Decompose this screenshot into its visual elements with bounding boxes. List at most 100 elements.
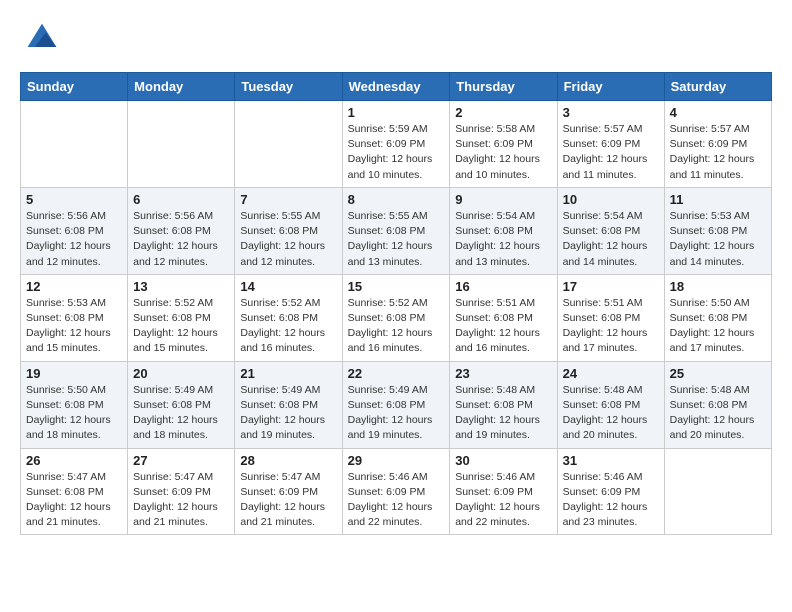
day-number: 18 [670, 279, 766, 294]
calendar-day-cell: 8 Sunrise: 5:55 AM Sunset: 6:08 PM Daylig… [342, 187, 450, 274]
day-info: Sunrise: 5:52 AM Sunset: 6:08 PM Dayligh… [240, 296, 336, 357]
calendar-day-cell: 24 Sunrise: 5:48 AM Sunset: 6:08 PM Dayli… [557, 361, 664, 448]
day-of-week-header: Thursday [450, 73, 557, 101]
logo-icon [24, 20, 60, 56]
day-number: 25 [670, 366, 766, 381]
day-info: Sunrise: 5:57 AM Sunset: 6:09 PM Dayligh… [563, 122, 659, 183]
day-of-week-header: Friday [557, 73, 664, 101]
day-info: Sunrise: 5:46 AM Sunset: 6:09 PM Dayligh… [455, 470, 551, 531]
day-info: Sunrise: 5:47 AM Sunset: 6:09 PM Dayligh… [240, 470, 336, 531]
day-number: 31 [563, 453, 659, 468]
day-info: Sunrise: 5:56 AM Sunset: 6:08 PM Dayligh… [26, 209, 122, 270]
day-number: 4 [670, 105, 766, 120]
calendar-day-cell: 21 Sunrise: 5:49 AM Sunset: 6:08 PM Dayli… [235, 361, 342, 448]
day-info: Sunrise: 5:55 AM Sunset: 6:08 PM Dayligh… [348, 209, 445, 270]
day-number: 28 [240, 453, 336, 468]
day-of-week-header: Tuesday [235, 73, 342, 101]
day-info: Sunrise: 5:49 AM Sunset: 6:08 PM Dayligh… [133, 383, 229, 444]
calendar-day-cell: 17Sunrise: 5:51 AM Sunset: 6:08 PM Dayli… [557, 274, 664, 361]
day-number: 10 [563, 192, 659, 207]
day-number: 23 [455, 366, 551, 381]
calendar-day-cell: 30 Sunrise: 5:46 AM Sunset: 6:09 PM Dayli… [450, 448, 557, 535]
calendar-day-cell: 20 Sunrise: 5:49 AM Sunset: 6:08 PM Dayli… [128, 361, 235, 448]
calendar-week-row: 1 Sunrise: 5:59 AM Sunset: 6:09 PM Daylig… [21, 101, 772, 188]
day-number: 2 [455, 105, 551, 120]
calendar-day-cell: 29Sunrise: 5:46 AM Sunset: 6:09 PM Dayli… [342, 448, 450, 535]
calendar-day-cell: 5 Sunrise: 5:56 AM Sunset: 6:08 PM Daylig… [21, 187, 128, 274]
day-number: 30 [455, 453, 551, 468]
calendar-day-cell [128, 101, 235, 188]
calendar-week-row: 12 Sunrise: 5:53 AM Sunset: 6:08 PM Dayli… [21, 274, 772, 361]
calendar-day-cell: 19Sunrise: 5:50 AM Sunset: 6:08 PM Dayli… [21, 361, 128, 448]
day-number: 9 [455, 192, 551, 207]
day-info: Sunrise: 5:52 AM Sunset: 6:08 PM Dayligh… [133, 296, 229, 357]
day-number: 19 [26, 366, 122, 381]
day-number: 16 [455, 279, 551, 294]
day-info: Sunrise: 5:48 AM Sunset: 6:08 PM Dayligh… [563, 383, 659, 444]
calendar-day-cell: 23 Sunrise: 5:48 AM Sunset: 6:08 PM Dayli… [450, 361, 557, 448]
day-number: 5 [26, 192, 122, 207]
day-number: 15 [348, 279, 445, 294]
calendar-day-cell: 14Sunrise: 5:52 AM Sunset: 6:08 PM Dayli… [235, 274, 342, 361]
day-number: 11 [670, 192, 766, 207]
day-of-week-header: Monday [128, 73, 235, 101]
day-number: 26 [26, 453, 122, 468]
calendar-day-cell: 3 Sunrise: 5:57 AM Sunset: 6:09 PM Daylig… [557, 101, 664, 188]
day-number: 27 [133, 453, 229, 468]
day-info: Sunrise: 5:55 AM Sunset: 6:08 PM Dayligh… [240, 209, 336, 270]
page-header [20, 20, 772, 56]
calendar-day-cell: 6 Sunrise: 5:56 AM Sunset: 6:08 PM Daylig… [128, 187, 235, 274]
day-info: Sunrise: 5:48 AM Sunset: 6:08 PM Dayligh… [455, 383, 551, 444]
calendar-day-cell: 13 Sunrise: 5:52 AM Sunset: 6:08 PM Dayli… [128, 274, 235, 361]
day-info: Sunrise: 5:53 AM Sunset: 6:08 PM Dayligh… [26, 296, 122, 357]
day-info: Sunrise: 5:49 AM Sunset: 6:08 PM Dayligh… [240, 383, 336, 444]
day-number: 20 [133, 366, 229, 381]
day-number: 21 [240, 366, 336, 381]
day-number: 13 [133, 279, 229, 294]
day-info: Sunrise: 5:47 AM Sunset: 6:08 PM Dayligh… [26, 470, 122, 531]
calendar-day-cell: 2Sunrise: 5:58 AM Sunset: 6:09 PM Daylig… [450, 101, 557, 188]
calendar-day-cell: 10Sunrise: 5:54 AM Sunset: 6:08 PM Dayli… [557, 187, 664, 274]
day-info: Sunrise: 5:48 AM Sunset: 6:08 PM Dayligh… [670, 383, 766, 444]
day-number: 3 [563, 105, 659, 120]
day-info: Sunrise: 5:52 AM Sunset: 6:08 PM Dayligh… [348, 296, 445, 357]
day-info: Sunrise: 5:59 AM Sunset: 6:09 PM Dayligh… [348, 122, 445, 183]
day-number: 1 [348, 105, 445, 120]
calendar-day-cell: 12 Sunrise: 5:53 AM Sunset: 6:08 PM Dayli… [21, 274, 128, 361]
calendar-day-cell: 9Sunrise: 5:54 AM Sunset: 6:08 PM Daylig… [450, 187, 557, 274]
calendar-day-cell: 1 Sunrise: 5:59 AM Sunset: 6:09 PM Daylig… [342, 101, 450, 188]
calendar-day-cell: 31 Sunrise: 5:46 AM Sunset: 6:09 PM Dayli… [557, 448, 664, 535]
day-number: 22 [348, 366, 445, 381]
day-info: Sunrise: 5:50 AM Sunset: 6:08 PM Dayligh… [670, 296, 766, 357]
day-info: Sunrise: 5:46 AM Sunset: 6:09 PM Dayligh… [348, 470, 445, 531]
day-info: Sunrise: 5:56 AM Sunset: 6:08 PM Dayligh… [133, 209, 229, 270]
calendar-header-row: SundayMondayTuesdayWednesdayThursdayFrid… [21, 73, 772, 101]
day-number: 12 [26, 279, 122, 294]
day-number: 24 [563, 366, 659, 381]
calendar-table: SundayMondayTuesdayWednesdayThursdayFrid… [20, 72, 772, 535]
day-number: 7 [240, 192, 336, 207]
calendar-day-cell: 28 Sunrise: 5:47 AM Sunset: 6:09 PM Dayli… [235, 448, 342, 535]
calendar-day-cell [235, 101, 342, 188]
day-info: Sunrise: 5:57 AM Sunset: 6:09 PM Dayligh… [670, 122, 766, 183]
day-info: Sunrise: 5:46 AM Sunset: 6:09 PM Dayligh… [563, 470, 659, 531]
calendar-day-cell: 16 Sunrise: 5:51 AM Sunset: 6:08 PM Dayli… [450, 274, 557, 361]
day-info: Sunrise: 5:51 AM Sunset: 6:08 PM Dayligh… [563, 296, 659, 357]
calendar-day-cell: 11 Sunrise: 5:53 AM Sunset: 6:08 PM Dayli… [664, 187, 771, 274]
day-number: 6 [133, 192, 229, 207]
day-number: 8 [348, 192, 445, 207]
calendar-day-cell: 4 Sunrise: 5:57 AM Sunset: 6:09 PM Daylig… [664, 101, 771, 188]
calendar-day-cell: 7 Sunrise: 5:55 AM Sunset: 6:08 PM Daylig… [235, 187, 342, 274]
day-of-week-header: Sunday [21, 73, 128, 101]
day-info: Sunrise: 5:49 AM Sunset: 6:08 PM Dayligh… [348, 383, 445, 444]
calendar-day-cell: 15 Sunrise: 5:52 AM Sunset: 6:08 PM Dayli… [342, 274, 450, 361]
calendar-day-cell: 27 Sunrise: 5:47 AM Sunset: 6:09 PM Dayli… [128, 448, 235, 535]
day-of-week-header: Wednesday [342, 73, 450, 101]
day-info: Sunrise: 5:51 AM Sunset: 6:08 PM Dayligh… [455, 296, 551, 357]
calendar-week-row: 19Sunrise: 5:50 AM Sunset: 6:08 PM Dayli… [21, 361, 772, 448]
day-info: Sunrise: 5:53 AM Sunset: 6:08 PM Dayligh… [670, 209, 766, 270]
calendar-day-cell [21, 101, 128, 188]
calendar-week-row: 26 Sunrise: 5:47 AM Sunset: 6:08 PM Dayli… [21, 448, 772, 535]
calendar-day-cell: 26 Sunrise: 5:47 AM Sunset: 6:08 PM Dayli… [21, 448, 128, 535]
day-info: Sunrise: 5:47 AM Sunset: 6:09 PM Dayligh… [133, 470, 229, 531]
